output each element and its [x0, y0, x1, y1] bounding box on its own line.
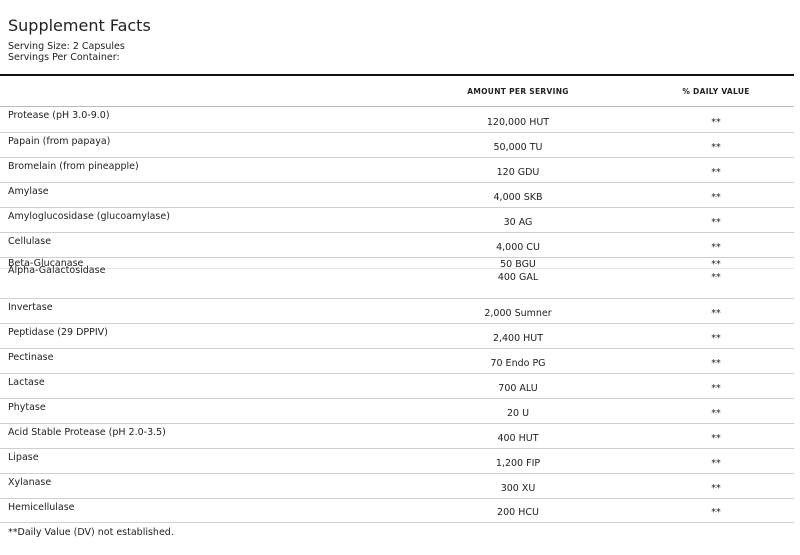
header-divider	[0, 74, 794, 76]
ingredient-name: Invertase	[8, 302, 53, 313]
table-row: Hemicellulase 200 HCU **	[0, 499, 794, 523]
amount-per-serving: 700 ALU	[498, 383, 538, 394]
amount-per-serving: 400 GAL	[497, 272, 539, 283]
amount-per-serving: 400 HUT	[497, 433, 539, 444]
ingredient-name: Lactase	[8, 377, 45, 388]
amount-per-serving: 4,000 SKB	[493, 192, 543, 203]
daily-value: **	[711, 383, 721, 394]
amount-per-serving: 2,400 HUT	[492, 333, 544, 344]
ingredient-name: Hemicellulase	[8, 502, 75, 513]
ingredient-name: Pectinase	[8, 352, 54, 363]
daily-value: **	[711, 167, 721, 178]
amount-per-serving: 2,000 Sumner	[484, 308, 552, 319]
daily-value: **	[711, 458, 721, 469]
table-row: Papain (from papaya) 50,000 TU **	[0, 133, 794, 158]
ingredient-name: Protease (pH 3.0-9.0)	[8, 110, 110, 121]
table-row: Invertase 2,000 Sumner **	[0, 299, 794, 324]
ingredient-name: Lipase	[8, 452, 39, 463]
ingredient-name: Bromelain (from pineapple)	[8, 161, 139, 172]
daily-value: **	[711, 507, 721, 518]
daily-value: **	[711, 333, 721, 344]
amount-per-serving: 20 U	[506, 408, 530, 419]
table-row: Pectinase 70 Endo PG **	[0, 349, 794, 374]
ingredient-name: Phytase	[8, 402, 46, 413]
ingredient-name: Amylase	[8, 186, 49, 197]
table-row: Protease (pH 3.0-9.0) 120,000 HUT **	[0, 107, 794, 133]
table-row: Alpha-Galactosidase 400 GAL **	[0, 265, 794, 299]
amount-per-serving: 70 Endo PG	[490, 358, 546, 369]
table-row: Acid Stable Protease (pH 2.0-3.5) 400 HUT…	[0, 424, 794, 449]
table-row: Xylanase 300 XU **	[0, 474, 794, 499]
daily-value: **	[711, 117, 721, 128]
amount-per-serving: 4,000 CU	[496, 242, 540, 253]
table-row: Peptidase (29 DPPIV) 2,400 HUT **	[0, 324, 794, 349]
amount-per-serving: 1,200 FIP	[495, 458, 541, 469]
servings-per-container: Servings Per Container:	[8, 52, 120, 63]
panel-title: Supplement Facts	[8, 16, 151, 35]
daily-value: **	[711, 217, 721, 228]
table-row: Beta-Glucanase 50 BGU **	[0, 258, 794, 270]
daily-value: **	[711, 142, 721, 153]
column-header-daily-value: % DAILY VALUE	[682, 87, 750, 96]
daily-value: **	[711, 358, 721, 369]
ingredient-name: Cellulase	[8, 236, 52, 247]
table-row: Amylase 4,000 SKB **	[0, 183, 794, 208]
amount-per-serving: 50,000 TU	[493, 142, 543, 153]
column-header-amount: AMOUNT PER SERVING	[467, 87, 569, 96]
amount-per-serving: 200 HCU	[497, 507, 539, 518]
ingredient-name: Acid Stable Protease (pH 2.0-3.5)	[8, 427, 166, 438]
serving-size: Serving Size: 2 Capsules	[8, 41, 125, 52]
daily-value: **	[711, 308, 721, 319]
ingredient-table: Protease (pH 3.0-9.0) 120,000 HUT ** Papain…	[0, 107, 794, 523]
daily-value: **	[711, 272, 721, 283]
amount-per-serving: 120 GDU	[496, 167, 540, 178]
ingredient-name: Papain (from papaya)	[8, 136, 111, 147]
table-row: Lipase 1,200 FIP **	[0, 449, 794, 474]
table-row: Phytase 20 U **	[0, 399, 794, 424]
serving-info: Serving Size: 2 Capsules Servings Per Co…	[8, 41, 125, 63]
daily-value: **	[711, 192, 721, 203]
daily-value: **	[711, 483, 721, 494]
table-row: Cellulase 4,000 CU **	[0, 233, 794, 258]
daily-value: **	[711, 408, 721, 419]
amount-per-serving: 300 XU	[500, 483, 536, 494]
table-row: Bromelain (from pineapple) 120 GDU **	[0, 158, 794, 183]
ingredient-name: Xylanase	[8, 477, 52, 488]
footnote: **Daily Value (DV) not established.	[8, 527, 174, 538]
ingredient-name: Alpha-Galactosidase	[8, 265, 106, 276]
ingredient-name: Amyloglucosidase (glucoamylase)	[8, 211, 170, 222]
daily-value: **	[711, 242, 721, 253]
table-row: Amyloglucosidase (glucoamylase) 30 AG **	[0, 208, 794, 233]
amount-per-serving: 120,000 HUT	[486, 117, 550, 128]
daily-value: **	[711, 433, 721, 444]
ingredient-name: Peptidase (29 DPPIV)	[8, 327, 108, 338]
amount-per-serving: 30 AG	[503, 217, 533, 228]
table-row: Lactase 700 ALU **	[0, 374, 794, 399]
